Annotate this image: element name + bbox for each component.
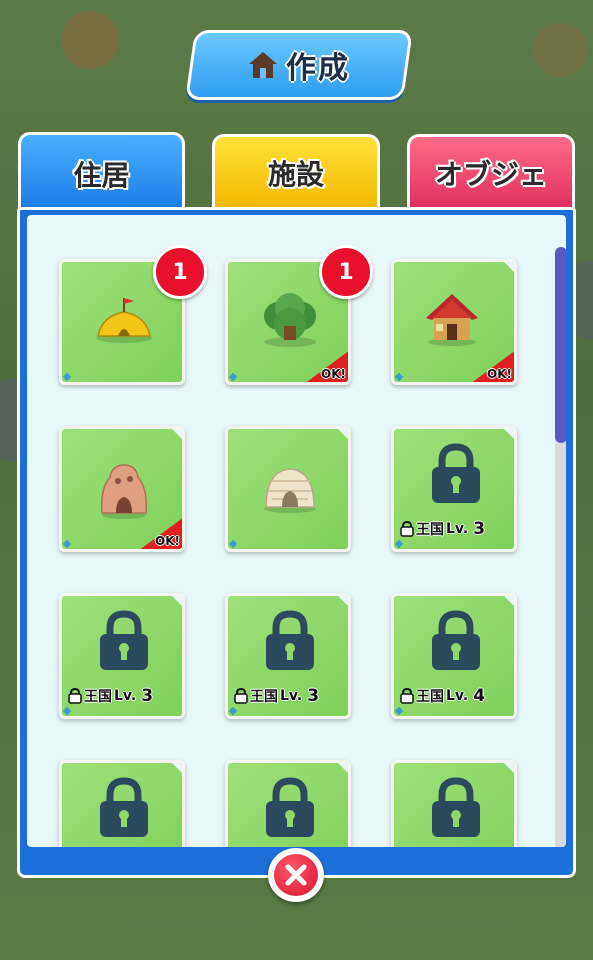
tab-house[interactable]: 住居 [18, 132, 185, 212]
small-lock-icon [68, 688, 82, 704]
ok-ribbon: OK! [470, 350, 514, 382]
item-card-locked[interactable]: 王国 Lv. 3 [225, 593, 351, 719]
tab-house-label: 住居 [73, 158, 130, 192]
tab-object[interactable]: オブジェ [407, 134, 575, 208]
item-card-clay-cave[interactable]: OK! [59, 426, 185, 552]
lock-icon [266, 610, 314, 670]
item-card-locked[interactable]: 王国 Lv. 3 [391, 426, 517, 552]
lock-icon [100, 777, 148, 837]
item-card-locked[interactable] [59, 760, 185, 847]
item-card-red-house[interactable]: OK! [391, 259, 517, 385]
item-grid: OK! OK! OK! 王国 Lv. 3 王国 Lv. 3 王国 Lv. 3 王… [27, 215, 566, 847]
ok-ribbon: OK! [304, 350, 348, 382]
lock-icon [266, 777, 314, 837]
tab-object-label: オブジェ [434, 157, 547, 191]
close-x-icon [285, 864, 307, 886]
lock-icon [432, 443, 480, 503]
item-card-locked[interactable] [225, 760, 351, 847]
kingdom-level-requirement: 王国 Lv. 4 [400, 686, 485, 706]
close-button[interactable] [268, 848, 324, 902]
item-card-locked[interactable]: 王国 Lv. 3 [59, 593, 185, 719]
leaf-hut-icon [264, 293, 316, 347]
stone-igloo-icon [264, 468, 316, 513]
red-house-icon [426, 294, 478, 346]
item-card-locked[interactable] [391, 760, 517, 847]
kingdom-level-requirement: 王国 Lv. 3 [234, 686, 319, 706]
kingdom-level-requirement: 王国 Lv. 3 [400, 519, 485, 539]
house-icon [249, 52, 277, 78]
ok-ribbon: OK! [138, 517, 182, 549]
build-panel: OK! OK! OK! 王国 Lv. 3 王国 Lv. 3 王国 Lv. 3 王… [17, 207, 576, 878]
title-banner: 作成 [185, 30, 413, 100]
tab-facility-label: 施設 [267, 157, 324, 191]
clay-cave-icon [100, 464, 148, 519]
scrollbar[interactable] [555, 247, 566, 847]
page-title: 作成 [286, 51, 350, 86]
lock-icon [432, 777, 480, 837]
small-lock-icon [234, 688, 248, 704]
small-lock-icon [400, 688, 414, 704]
kingdom-level-requirement: 王国 Lv. 3 [68, 686, 153, 706]
notification-badge: 1 [319, 245, 373, 299]
lock-icon [100, 610, 148, 670]
scrollbar-thumb[interactable] [555, 247, 566, 443]
item-card-stone-igloo[interactable] [225, 426, 351, 552]
small-lock-icon [400, 521, 414, 537]
notification-badge: 1 [153, 245, 207, 299]
item-card-locked[interactable]: 王国 Lv. 4 [391, 593, 517, 719]
yellow-tent-icon [96, 298, 152, 343]
tab-facility[interactable]: 施設 [212, 134, 380, 208]
lock-icon [432, 610, 480, 670]
